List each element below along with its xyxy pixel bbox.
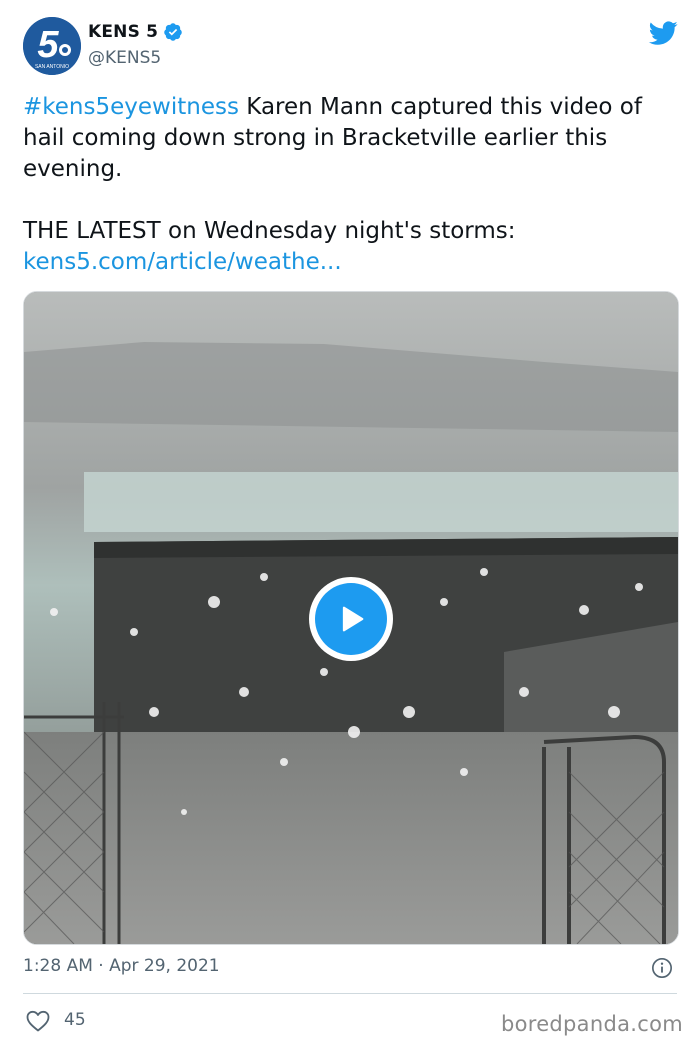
tweet-text: #kens5eyewitness Karen Mann captured thi… <box>23 92 683 278</box>
tweet-paragraph-2: THE LATEST on Wednesday night's storms: <box>23 218 516 244</box>
footer-divider <box>23 993 677 994</box>
name-row: KENS 5 <box>88 22 183 42</box>
article-link[interactable]: kens5.com/article/weathe... <box>23 249 342 275</box>
watermark: boredpanda.com <box>500 1012 683 1036</box>
handle[interactable]: @KENS5 <box>88 48 161 68</box>
kens5-logo-icon: 5 SAN ANTONIO <box>23 17 81 75</box>
play-button-inner <box>315 583 387 655</box>
video-player[interactable] <box>23 291 679 945</box>
verified-badge-icon <box>164 23 182 41</box>
play-button[interactable] <box>309 577 393 661</box>
hashtag-link[interactable]: #kens5eyewitness <box>23 94 239 120</box>
avatar[interactable]: 5 SAN ANTONIO <box>23 17 81 75</box>
info-icon[interactable] <box>651 957 673 979</box>
heart-icon[interactable] <box>26 1010 50 1032</box>
tweet-card: 5 SAN ANTONIO KENS 5 @KENS5 #kens5eyewit… <box>0 0 700 1047</box>
avatar-logo-number: 5 <box>37 24 59 66</box>
display-name[interactable]: KENS 5 <box>88 22 158 42</box>
tweet-timestamp[interactable]: 1:28 AM · Apr 29, 2021 <box>23 956 220 976</box>
twitter-bird-icon[interactable] <box>648 18 678 48</box>
play-icon <box>342 606 364 632</box>
like-count: 45 <box>64 1010 86 1030</box>
avatar-sub-text: SAN ANTONIO <box>35 64 69 70</box>
tweet-paragraph-1: #kens5eyewitness Karen Mann captured thi… <box>23 92 683 185</box>
